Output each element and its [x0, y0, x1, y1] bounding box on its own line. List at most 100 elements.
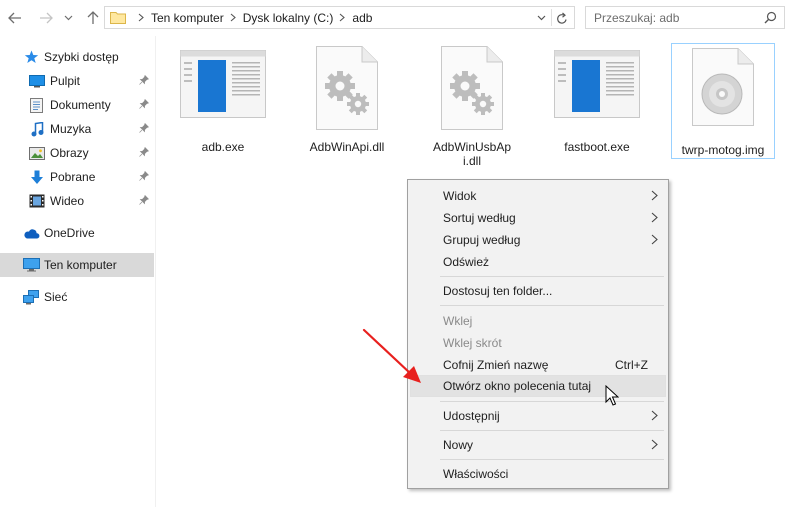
forward-button[interactable] [36, 8, 56, 28]
menu-item-label: Udostępnij [443, 409, 500, 423]
file-item-selected[interactable]: twrp-motog.img [671, 43, 775, 159]
documents-icon [28, 97, 46, 113]
breadcrumb-item[interactable]: Ten komputer [151, 11, 224, 25]
refresh-button[interactable] [554, 10, 570, 26]
chevron-right-icon [138, 13, 144, 22]
address-bar[interactable]: Ten komputer Dysk lokalny (C:) adb [104, 6, 575, 29]
sidebar-item-network[interactable]: Sieć [0, 285, 154, 309]
navigation-pane: Szybki dostęp Pulpit Dokumenty Muzyka Ob… [0, 36, 156, 507]
sidebar-item-documents[interactable]: Dokumenty [0, 93, 154, 117]
sidebar-item-videos[interactable]: Wideo [0, 189, 154, 213]
up-button[interactable] [83, 8, 103, 28]
chevron-right-icon [651, 410, 658, 421]
recent-locations-button[interactable] [60, 8, 76, 28]
pin-icon[interactable] [139, 195, 149, 205]
sidebar-item-this-pc[interactable]: Ten komputer [0, 253, 154, 277]
menu-item-label: Widok [443, 189, 477, 203]
arrow-up-icon [87, 11, 99, 24]
menu-item-label: Dostosuj ten folder... [443, 284, 553, 298]
menu-item-sort-by[interactable]: Sortuj według [410, 207, 666, 229]
menu-item-properties[interactable]: Właściwości [410, 463, 666, 485]
sidebar-item-desktop[interactable]: Pulpit [0, 69, 154, 93]
menu-item-paste: Wklej [410, 310, 666, 332]
menu-item-new[interactable]: Nowy [410, 434, 666, 456]
menu-item-shortcut: Ctrl+Z [615, 358, 648, 372]
menu-item-open-command-window[interactable]: Otwórz okno polecenia tutaj [410, 375, 666, 397]
sidebar-item-label: Sieć [44, 290, 68, 304]
menu-separator [440, 401, 664, 402]
dll-gear-icon [316, 46, 378, 130]
refresh-icon [557, 12, 567, 24]
menu-item-label: Nowy [443, 438, 474, 452]
menu-item-label: Sortuj według [443, 211, 516, 225]
chevron-down-icon [64, 15, 72, 21]
chevron-down-icon [537, 15, 545, 21]
disc-image-icon [692, 48, 754, 126]
menu-item-view[interactable]: Widok [410, 185, 666, 207]
breadcrumb: Ten komputer Dysk lokalny (C:) adb [132, 11, 372, 25]
arrow-left-icon [8, 12, 21, 24]
file-list: adb.exe AdbWinApi.dll AdbWinUsbApi.dll f… [160, 36, 787, 196]
breadcrumb-item[interactable]: Dysk lokalny (C:) [243, 11, 334, 25]
sidebar-item-music[interactable]: Muzyka [0, 117, 154, 141]
navigation-bar: Ten komputer Dysk lokalny (C:) adb [0, 0, 787, 36]
sidebar-item-label: Wideo [50, 194, 85, 208]
mouse-cursor-icon [605, 385, 619, 406]
sidebar-item-label: Ten komputer [44, 258, 117, 272]
address-dropdown-button[interactable] [534, 11, 548, 25]
file-item[interactable]: adb.exe [171, 42, 275, 172]
chevron-right-icon [651, 212, 658, 223]
menu-item-label: Odśwież [443, 255, 490, 269]
pin-icon[interactable] [139, 147, 149, 157]
sidebar-item-label: Pobrane [50, 170, 96, 184]
sidebar-item-pictures[interactable]: Obrazy [0, 141, 154, 165]
search-icon[interactable] [764, 11, 777, 24]
chevron-right-icon [651, 234, 658, 245]
annotation-arrow-icon [362, 328, 421, 383]
pin-icon[interactable] [139, 171, 149, 181]
sidebar-item-label: Szybki dostęp [44, 50, 119, 64]
file-item[interactable]: fastboot.exe [545, 42, 649, 172]
sidebar-item-onedrive[interactable]: OneDrive [0, 221, 154, 245]
network-icon [22, 289, 40, 305]
music-icon [28, 121, 46, 137]
file-name: fastboot.exe [564, 140, 630, 154]
pin-icon[interactable] [139, 75, 149, 85]
exe-icon [180, 50, 266, 118]
file-item[interactable]: AdbWinUsbApi.dll [420, 42, 524, 172]
sidebar-item-label: Muzyka [50, 122, 92, 136]
menu-separator [440, 276, 664, 277]
sidebar-item-label: Dokumenty [50, 98, 111, 112]
breadcrumb-item[interactable]: adb [352, 11, 372, 25]
sidebar-item-quick-access[interactable]: Szybki dostęp [0, 45, 154, 69]
pin-icon[interactable] [139, 123, 149, 133]
file-name: twrp-motog.img [681, 143, 765, 157]
video-icon [28, 193, 46, 209]
menu-item-paste-shortcut: Wklej skrót [410, 332, 666, 354]
back-button[interactable] [5, 8, 25, 28]
menu-item-label: Właściwości [443, 467, 509, 481]
menu-item-label: Grupuj według [443, 233, 521, 247]
chevron-right-icon [651, 190, 658, 201]
menu-item-group-by[interactable]: Grupuj według [410, 229, 666, 251]
divider [551, 9, 552, 26]
menu-item-undo-rename[interactable]: Cofnij Zmień nazwę Ctrl+Z [410, 354, 666, 376]
computer-icon [22, 257, 40, 273]
file-item[interactable]: AdbWinApi.dll [295, 42, 399, 172]
file-name: AdbWinUsbApi.dll [432, 140, 512, 168]
chevron-right-icon [340, 13, 346, 22]
menu-item-customize-folder[interactable]: Dostosuj ten folder... [410, 280, 666, 302]
chevron-right-icon [651, 439, 658, 450]
menu-item-refresh[interactable]: Odśwież [410, 251, 666, 273]
context-menu: Widok Sortuj według Grupuj według Odświe… [407, 179, 669, 489]
menu-item-share[interactable]: Udostępnij [410, 405, 666, 427]
folder-icon [110, 11, 126, 24]
arrow-right-icon [40, 12, 53, 24]
sidebar-item-downloads[interactable]: Pobrane [0, 165, 154, 189]
search-input[interactable] [594, 10, 754, 25]
menu-item-label: Cofnij Zmień nazwę [443, 358, 549, 372]
exe-icon [554, 50, 640, 118]
pin-icon[interactable] [139, 99, 149, 109]
menu-separator [440, 305, 664, 306]
sidebar-item-label: OneDrive [44, 226, 95, 240]
